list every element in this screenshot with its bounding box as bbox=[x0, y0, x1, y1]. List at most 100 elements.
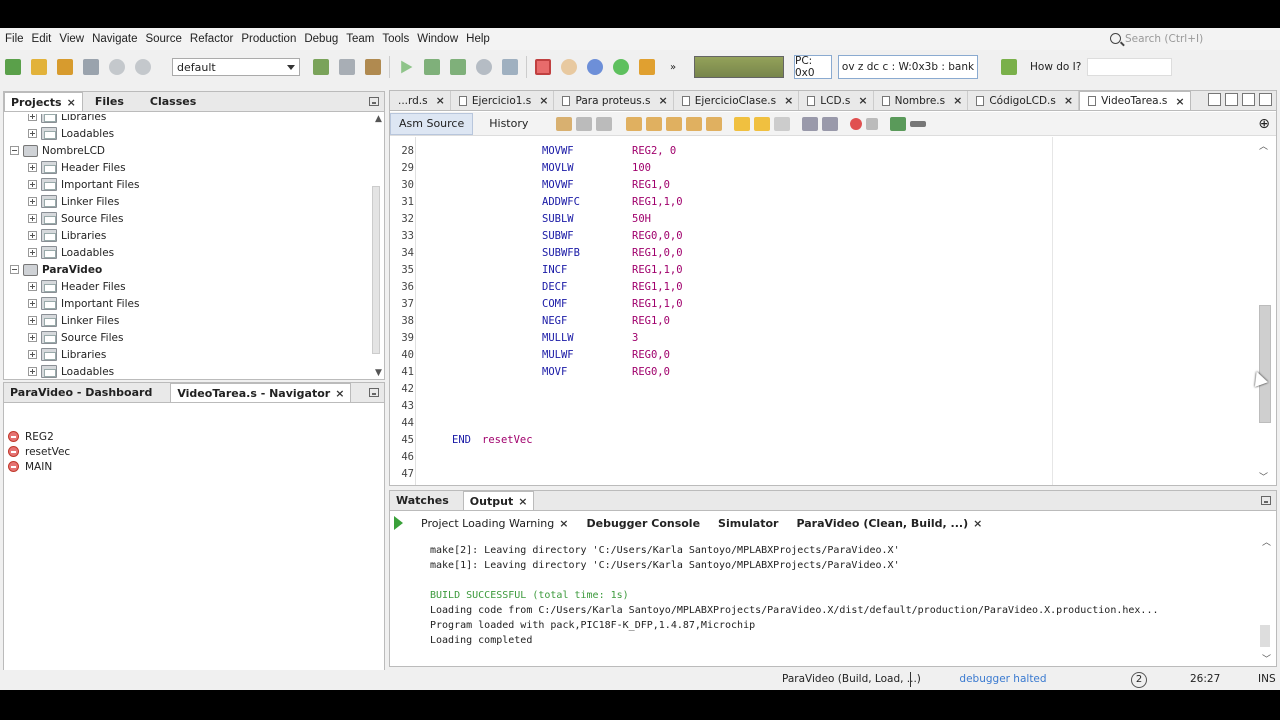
undo-button[interactable] bbox=[106, 56, 128, 78]
code-area[interactable]: 28 29 30 31 32 33 34 35 36 37 38 39 40 41 42 43 44 45 46 47… bbox=[390, 137, 1252, 485]
build-button[interactable] bbox=[336, 56, 358, 78]
file-tab[interactable]: VideoTarea.s × bbox=[1079, 91, 1191, 110]
tree-folder[interactable]: Loadables bbox=[28, 244, 114, 261]
tree-folder[interactable]: Libraries bbox=[28, 114, 106, 125]
expand-icon[interactable] bbox=[28, 114, 37, 121]
tree-folder[interactable]: Libraries bbox=[28, 346, 106, 363]
save-all-button[interactable] bbox=[80, 56, 102, 78]
scroll-down-icon[interactable]: ﹀ bbox=[1259, 470, 1268, 483]
close-icon[interactable]: × bbox=[539, 94, 548, 107]
record-macro-icon[interactable] bbox=[850, 117, 863, 130]
close-icon[interactable]: × bbox=[518, 495, 527, 508]
close-icon[interactable]: × bbox=[436, 94, 445, 107]
expand-icon[interactable] bbox=[28, 299, 37, 308]
expand-icon[interactable] bbox=[28, 316, 37, 325]
expand-icon[interactable] bbox=[28, 231, 37, 240]
uncomment-icon[interactable] bbox=[910, 120, 927, 127]
tab-classes[interactable]: Classes bbox=[144, 92, 202, 111]
tab-projects[interactable]: Projects × bbox=[4, 92, 83, 111]
tab-list-icon[interactable] bbox=[1242, 93, 1255, 106]
navigator-item[interactable]: MAIN bbox=[8, 459, 52, 474]
shift-right-icon[interactable] bbox=[822, 116, 839, 131]
output-subtab[interactable]: ParaVideo (Clean, Build, ...) × bbox=[790, 514, 988, 533]
menu-debug[interactable]: Debug bbox=[300, 33, 342, 45]
tab-watches[interactable]: Watches bbox=[390, 491, 455, 510]
how-do-i-input[interactable] bbox=[1087, 58, 1173, 76]
shift-left-icon[interactable] bbox=[802, 116, 819, 131]
open-project-button[interactable] bbox=[54, 56, 76, 78]
menu-tools[interactable]: Tools bbox=[378, 33, 413, 45]
continue-button[interactable] bbox=[610, 56, 632, 78]
next-bookmark-icon[interactable] bbox=[754, 116, 771, 131]
prev-bookmark-icon[interactable] bbox=[734, 116, 751, 131]
tree-folder[interactable]: Header Files bbox=[28, 278, 126, 295]
tab-dashboard[interactable]: ParaVideo - Dashboard bbox=[4, 383, 158, 402]
find-next-icon[interactable] bbox=[666, 116, 683, 131]
close-icon[interactable]: × bbox=[67, 96, 76, 109]
file-tab[interactable]: Ejercicio1.s × bbox=[451, 91, 555, 110]
collapse-icon[interactable] bbox=[10, 265, 19, 274]
scroll-up-icon[interactable]: ︿ bbox=[1259, 139, 1268, 152]
close-icon[interactable]: × bbox=[335, 387, 344, 400]
close-icon[interactable]: × bbox=[784, 94, 793, 107]
rerun-icon[interactable] bbox=[394, 516, 403, 530]
scroll-up-icon[interactable]: ▲ bbox=[375, 114, 382, 124]
minimize-button[interactable] bbox=[369, 388, 379, 397]
last-edit-icon[interactable] bbox=[556, 116, 573, 131]
hold-reset-button[interactable] bbox=[473, 56, 495, 78]
expand-icon[interactable]: ⊕ bbox=[1258, 116, 1270, 132]
read-device-button[interactable] bbox=[447, 56, 469, 78]
expand-icon[interactable] bbox=[28, 248, 37, 257]
make-program-button[interactable] bbox=[421, 56, 443, 78]
menu-help[interactable]: Help bbox=[462, 33, 494, 45]
finish-debug-button[interactable] bbox=[532, 56, 554, 78]
output-subtab[interactable]: Debugger Console bbox=[580, 514, 706, 533]
expand-icon[interactable] bbox=[28, 129, 37, 138]
new-file-button[interactable] bbox=[2, 56, 24, 78]
new-project-button[interactable] bbox=[28, 56, 50, 78]
find-icon[interactable] bbox=[626, 116, 643, 131]
tree-project[interactable]: NombreLCD bbox=[10, 142, 105, 159]
navigator-item[interactable]: resetVec bbox=[8, 444, 70, 459]
close-icon[interactable]: × bbox=[973, 517, 982, 530]
minimize-button[interactable] bbox=[369, 97, 379, 106]
menu-edit[interactable]: Edit bbox=[28, 33, 56, 45]
step-into-button[interactable] bbox=[636, 56, 658, 78]
debug-main-button[interactable] bbox=[499, 56, 521, 78]
close-icon[interactable]: × bbox=[559, 517, 568, 530]
tab-files[interactable]: Files bbox=[89, 92, 130, 111]
comment-icon[interactable] bbox=[890, 116, 907, 131]
close-icon[interactable]: × bbox=[858, 94, 867, 107]
tree-folder[interactable]: Important Files bbox=[28, 176, 139, 193]
expand-icon[interactable] bbox=[28, 197, 37, 206]
tree-folder[interactable]: Source Files bbox=[28, 210, 123, 227]
stop-macro-icon[interactable] bbox=[866, 117, 879, 130]
run-button[interactable] bbox=[395, 56, 417, 78]
tree-folder[interactable]: Source Files bbox=[28, 329, 123, 346]
collapse-icon[interactable] bbox=[10, 146, 19, 155]
tree-folder[interactable]: Linker Files bbox=[28, 312, 119, 329]
toggle-highlight-icon[interactable] bbox=[686, 116, 703, 131]
expand-icon[interactable] bbox=[28, 163, 37, 172]
tree-folder[interactable]: Loadables bbox=[28, 363, 114, 379]
set-project-config-button[interactable] bbox=[310, 56, 332, 78]
tree-folder[interactable]: Header Files bbox=[28, 159, 126, 176]
menu-production[interactable]: Production bbox=[237, 33, 300, 45]
menu-file[interactable]: File bbox=[0, 33, 28, 45]
navigator-item[interactable]: REG2 bbox=[8, 429, 54, 444]
scroll-down-icon[interactable]: ▼ bbox=[375, 368, 382, 378]
menu-refactor[interactable]: Refactor bbox=[186, 33, 237, 45]
scroll-down-icon[interactable]: ﹀ bbox=[1262, 652, 1271, 665]
scroll-right-icon[interactable] bbox=[1225, 93, 1238, 106]
search-box[interactable]: Search (Ctrl+I) bbox=[1108, 29, 1270, 48]
scroll-thumb[interactable] bbox=[372, 186, 380, 354]
reset-button[interactable] bbox=[584, 56, 606, 78]
tree-folder[interactable]: Important Files bbox=[28, 295, 139, 312]
expand-icon[interactable] bbox=[28, 180, 37, 189]
scroll-thumb[interactable] bbox=[1260, 625, 1270, 647]
tree-project[interactable]: ParaVideo bbox=[10, 261, 102, 278]
pause-button[interactable] bbox=[558, 56, 580, 78]
tree-folder[interactable]: Libraries bbox=[28, 227, 106, 244]
back-icon[interactable] bbox=[576, 116, 593, 131]
more-tools-button[interactable]: » bbox=[662, 56, 684, 78]
